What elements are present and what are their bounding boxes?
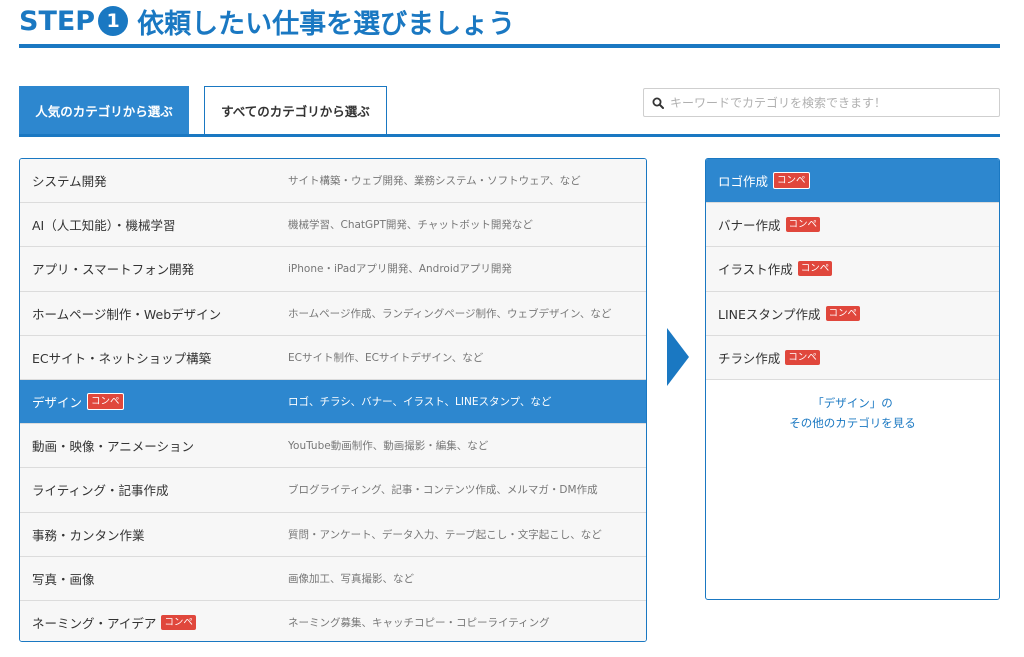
category-name: ホームページ制作・Webデザイン — [32, 306, 222, 322]
subcategory-name: ロゴ作成 — [718, 174, 769, 190]
category-name: システム開発 — [32, 174, 107, 190]
category-name: 動画・映像・アニメーション — [32, 439, 195, 455]
category-row-app-dev[interactable]: アプリ・スマートフォン開発 iPhone・iPadアプリ開発、Androidアプ… — [20, 247, 646, 292]
more-categories-link[interactable]: 「デザイン」の その他のカテゴリを見る — [706, 380, 999, 433]
category-desc: ネーミング募集、キャッチコピー・コピーライティング — [288, 617, 550, 630]
subcategory-row-line-stamp[interactable]: LINEスタンプ作成 コンペ — [706, 291, 999, 336]
category-desc: 画像加工、写真撮影、など — [288, 572, 414, 585]
search-input[interactable] — [670, 95, 990, 110]
search-box — [643, 88, 1000, 117]
subcategory-name: バナー作成 — [718, 218, 781, 234]
subcategory-name: チラシ作成 — [718, 350, 781, 366]
compe-badge: コンペ — [785, 217, 821, 233]
step-number-badge: 1 — [98, 6, 129, 36]
subcategory-list: ロゴ作成 コンペ バナー作成 コンペ イラスト作成 コンペ LINEスタンプ作成 コンペ… — [705, 158, 1000, 600]
category-name: 写真・画像 — [32, 571, 95, 587]
subcategory-name: イラスト作成 — [718, 262, 793, 278]
subcategory-row-banner[interactable]: バナー作成 コンペ — [706, 203, 999, 248]
category-name: デザイン コンペ — [20, 392, 288, 411]
arrow-right-icon — [667, 328, 689, 386]
compe-badge: コンペ — [825, 305, 861, 321]
subcategory-row-logo[interactable]: ロゴ作成 コンペ — [706, 159, 999, 204]
category-row-office-tasks[interactable]: 事務・カンタン作業 質問・アンケート、データ入力、テープ起こし・文字起こし、など — [20, 512, 646, 557]
category-name: AI（人工知能）・機械学習 — [32, 218, 176, 234]
category-row-ai[interactable]: AI（人工知能）・機械学習 機械学習、ChatGPT開発、チャットボット開発など — [20, 203, 646, 248]
more-link-line2: その他のカテゴリを見る — [789, 415, 916, 430]
category-row-design[interactable]: デザイン コンペ ロゴ、チラシ、バナー、イラスト、LINEスタンプ、など — [20, 379, 646, 425]
more-link-line1: 「デザイン」の — [812, 395, 893, 410]
category-row-photo[interactable]: 写真・画像 画像加工、写真撮影、など — [20, 556, 646, 601]
category-row-ec-site[interactable]: ECサイト・ネットショップ構築 ECサイト制作、ECサイトデザイン、など — [20, 335, 646, 380]
subcategory-row-illustration[interactable]: イラスト作成 コンペ — [706, 247, 999, 292]
search-icon — [652, 97, 664, 109]
category-name: ECサイト・ネットショップ構築 — [32, 350, 212, 366]
tab-all-categories[interactable]: すべてのカテゴリから選ぶ — [204, 86, 387, 134]
tab-popular-categories[interactable]: 人気のカテゴリから選ぶ — [19, 86, 189, 134]
category-desc: ブログライティング、記事・コンテンツ作成、メルマガ・DM作成 — [288, 484, 598, 497]
category-row-web-design[interactable]: ホームページ制作・Webデザイン ホームページ作成、ランディングページ制作、ウェ… — [20, 291, 646, 336]
category-row-system-dev[interactable]: システム開発 サイト構築・ウェブ開発、業務システム・ソフトウェア、など — [20, 159, 646, 204]
category-desc: ホームページ作成、ランディングページ制作、ウェブデザイン、など — [288, 307, 612, 320]
compe-badge: コンペ — [87, 393, 124, 411]
category-desc: iPhone・iPadアプリ開発、Androidアプリ開発 — [288, 263, 512, 276]
category-desc: YouTube動画制作、動画撮影・編集、など — [288, 440, 489, 453]
page-header: STEP 1 依頼したい仕事を選びましょう — [19, 0, 1000, 48]
category-name: ライティング・記事作成 — [32, 483, 169, 499]
category-desc: 質問・アンケート、データ入力、テープ起こし・文字起こし、など — [288, 528, 602, 541]
step-label: STEP — [19, 5, 96, 37]
subcategory-name: LINEスタンプ作成 — [718, 306, 821, 322]
subcategory-row-flyer[interactable]: チラシ作成 コンペ — [706, 335, 999, 380]
category-row-naming[interactable]: ネーミング・アイデア コンペ ネーミング募集、キャッチコピー・コピーライティング — [20, 600, 646, 641]
category-name: 事務・カンタン作業 — [32, 527, 145, 543]
category-list: システム開発 サイト構築・ウェブ開発、業務システム・ソフトウェア、など AI（人… — [19, 158, 647, 642]
category-name: アプリ・スマートフォン開発 — [32, 262, 195, 278]
page-title-text: 依頼したい仕事を選びましょう — [137, 8, 516, 40]
compe-badge: コンペ — [797, 261, 833, 277]
category-row-writing[interactable]: ライティング・記事作成 ブログライティング、記事・コンテンツ作成、メルマガ・DM… — [20, 468, 646, 513]
compe-badge: コンペ — [161, 615, 196, 631]
category-desc: ECサイト制作、ECサイトデザイン、など — [288, 351, 484, 364]
category-desc: サイト構築・ウェブ開発、業務システム・ソフトウェア、など — [288, 175, 581, 188]
compe-badge: コンペ — [785, 349, 820, 365]
category-desc: 機械学習、ChatGPT開発、チャットボット開発など — [288, 219, 533, 232]
page-title: STEP 1 依頼したい仕事を選びましょう — [19, 4, 516, 40]
compe-badge: コンペ — [773, 172, 810, 190]
category-name: ネーミング・アイデア コンペ — [20, 613, 288, 632]
category-desc: ロゴ、チラシ、バナー、イラスト、LINEスタンプ、など — [288, 396, 552, 409]
category-row-video[interactable]: 動画・映像・アニメーション YouTube動画制作、動画撮影・編集、など — [20, 424, 646, 469]
